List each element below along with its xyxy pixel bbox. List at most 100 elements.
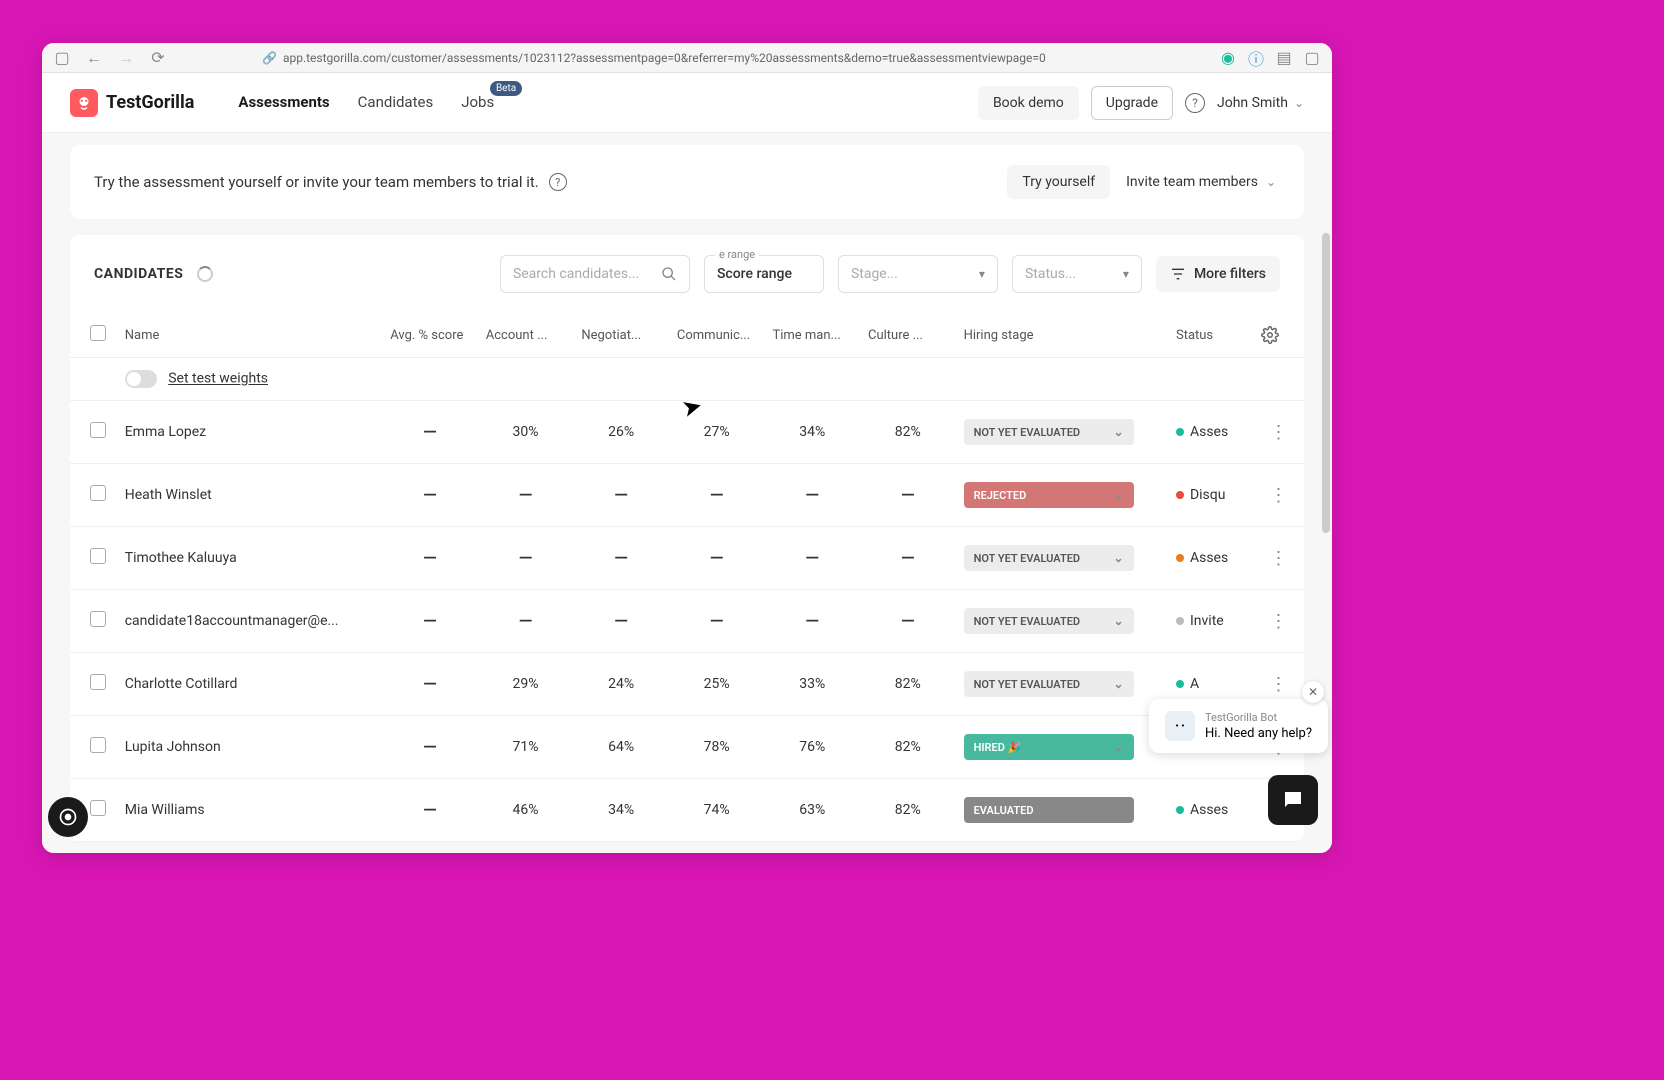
- chat-avatar-icon: • •: [1165, 711, 1195, 741]
- candidate-name: Mia Williams: [117, 779, 382, 842]
- reload-icon[interactable]: ⟳: [150, 50, 166, 66]
- status-filter[interactable]: Status... ▾: [1012, 255, 1142, 293]
- row-checkbox[interactable]: [90, 800, 106, 816]
- score-cell: —: [764, 590, 860, 653]
- col-communication[interactable]: Communic...: [669, 313, 765, 358]
- score-cell: 30%: [478, 401, 574, 464]
- candidates-table: Name Avg. % score Account ... Negotiat..…: [70, 313, 1304, 842]
- candidates-card: CANDIDATES Search candidates... e range …: [70, 235, 1304, 842]
- stage-pill[interactable]: NOT YET EVALUATED⌄: [964, 608, 1134, 634]
- invite-team-button[interactable]: Invite team members ⌄: [1122, 166, 1280, 198]
- stage-pill[interactable]: NOT YET EVALUATED⌄: [964, 671, 1134, 697]
- table-row[interactable]: Timothee Kaluuya——————NOT YET EVALUATED⌄…: [70, 527, 1304, 590]
- set-weights-link[interactable]: Set test weights: [168, 371, 268, 387]
- logo-icon: [70, 89, 98, 117]
- browser-toolbar: ▢ ← → ⟳ 🔗app.testgorilla.com/customer/as…: [42, 43, 1332, 73]
- row-checkbox[interactable]: [90, 611, 106, 627]
- table-row[interactable]: Lupita Johnson—71%64%78%76%82%HIRED 🎉⌄As…: [70, 716, 1304, 779]
- score-range-filter[interactable]: e range Score range: [704, 255, 824, 293]
- score-cell: —: [860, 590, 956, 653]
- upgrade-button[interactable]: Upgrade: [1091, 86, 1173, 120]
- score-cell: 46%: [478, 779, 574, 842]
- extension-icon-2[interactable]: ⓘ: [1248, 50, 1264, 66]
- row-checkbox[interactable]: [90, 548, 106, 564]
- row-actions-icon[interactable]: ⋮: [1269, 422, 1287, 443]
- stage-cell: NOT YET EVALUATED⌄: [956, 401, 1168, 464]
- tabs-icon[interactable]: ▢: [1304, 50, 1320, 66]
- score-cell: 33%: [764, 653, 860, 716]
- user-menu[interactable]: John Smith ⌄: [1217, 95, 1304, 111]
- col-hiring-stage[interactable]: Hiring stage: [956, 313, 1168, 358]
- book-demo-button[interactable]: Book demo: [978, 86, 1079, 120]
- col-culture[interactable]: Culture ...: [860, 313, 956, 358]
- weights-toggle[interactable]: [125, 370, 157, 388]
- chevron-down-icon: ⌄: [1114, 740, 1124, 754]
- stage-pill[interactable]: NOT YET EVALUATED⌄: [964, 545, 1134, 571]
- col-account[interactable]: Account ...: [478, 313, 574, 358]
- stage-pill[interactable]: NOT YET EVALUATED⌄: [964, 419, 1134, 445]
- col-name[interactable]: Name: [117, 313, 382, 358]
- nav-jobs[interactable]: Jobs Beta: [461, 93, 494, 113]
- table-settings-icon[interactable]: [1261, 326, 1296, 344]
- score-cell: 64%: [573, 716, 669, 779]
- logo[interactable]: TestGorilla: [70, 89, 194, 117]
- table-row[interactable]: Charlotte Cotillard—29%24%25%33%82%NOT Y…: [70, 653, 1304, 716]
- scrollbar[interactable]: [1322, 233, 1330, 533]
- extension-icon-3[interactable]: ▤: [1276, 50, 1292, 66]
- stage-pill[interactable]: REJECTED⌄: [964, 482, 1134, 508]
- stage-pill[interactable]: EVALUATED⌄: [964, 797, 1134, 823]
- row-actions-icon[interactable]: ⋮: [1269, 674, 1287, 695]
- stage-pill[interactable]: HIRED 🎉⌄: [964, 734, 1134, 760]
- forward-icon[interactable]: →: [118, 50, 134, 66]
- extension-icon-1[interactable]: ◉: [1220, 50, 1236, 66]
- row-actions-icon[interactable]: ⋮: [1269, 611, 1287, 632]
- chevron-down-icon: ▾: [1123, 267, 1129, 281]
- select-all-checkbox[interactable]: [90, 325, 106, 341]
- chevron-down-icon: ⌄: [1114, 677, 1124, 691]
- score-cell: —: [860, 527, 956, 590]
- search-input[interactable]: Search candidates...: [500, 255, 690, 293]
- row-actions-icon[interactable]: ⋮: [1269, 485, 1287, 506]
- status-cell: Disqu: [1168, 464, 1253, 527]
- score-cell: —: [860, 464, 956, 527]
- try-yourself-button[interactable]: Try yourself: [1007, 165, 1110, 199]
- accessibility-fab[interactable]: [48, 797, 88, 837]
- status-dot-icon: [1176, 806, 1184, 814]
- score-cell: 71%: [478, 716, 574, 779]
- table-row[interactable]: Mia Williams—46%34%74%63%82%EVALUATED⌄As…: [70, 779, 1304, 842]
- row-checkbox[interactable]: [90, 674, 106, 690]
- avg-score: —: [382, 653, 478, 716]
- nav-candidates[interactable]: Candidates: [358, 93, 434, 113]
- address-bar[interactable]: 🔗app.testgorilla.com/customer/assessment…: [182, 51, 1204, 65]
- col-avg[interactable]: Avg. % score: [382, 313, 478, 358]
- row-checkbox[interactable]: [90, 737, 106, 753]
- row-check-cell: [70, 653, 117, 716]
- score-cell: —: [573, 527, 669, 590]
- status-dot-icon: [1176, 554, 1184, 562]
- chat-launcher-button[interactable]: [1268, 775, 1318, 825]
- chat-popup[interactable]: ✕ • • TestGorilla Bot Hi. Need any help?: [1149, 699, 1328, 753]
- row-checkbox[interactable]: [90, 422, 106, 438]
- trial-help-icon[interactable]: ?: [549, 173, 567, 191]
- chat-close-icon[interactable]: ✕: [1302, 681, 1324, 703]
- score-cell: 25%: [669, 653, 765, 716]
- back-icon[interactable]: ←: [86, 50, 102, 66]
- row-checkbox[interactable]: [90, 485, 106, 501]
- avg-score: —: [382, 716, 478, 779]
- col-status[interactable]: Status: [1168, 313, 1253, 358]
- nav-assessments[interactable]: Assessments: [238, 93, 329, 113]
- stage-filter[interactable]: Stage... ▾: [838, 255, 998, 293]
- col-negotiation[interactable]: Negotiat...: [573, 313, 669, 358]
- avg-score: —: [382, 527, 478, 590]
- row-actions-icon[interactable]: ⋮: [1269, 548, 1287, 569]
- table-row[interactable]: Heath Winslet——————REJECTED⌄Disqu⋮: [70, 464, 1304, 527]
- stage-cell: NOT YET EVALUATED⌄: [956, 590, 1168, 653]
- help-icon[interactable]: ?: [1185, 93, 1205, 113]
- col-time-management[interactable]: Time man...: [764, 313, 860, 358]
- status-cell: Asses: [1168, 401, 1253, 464]
- more-filters-button[interactable]: More filters: [1156, 256, 1280, 292]
- sidebar-toggle-icon[interactable]: ▢: [54, 50, 70, 66]
- section-title: CANDIDATES: [94, 266, 183, 282]
- table-row[interactable]: candidate18accountmanager@e...——————NOT …: [70, 590, 1304, 653]
- chevron-down-icon: ⌄: [1266, 175, 1276, 189]
